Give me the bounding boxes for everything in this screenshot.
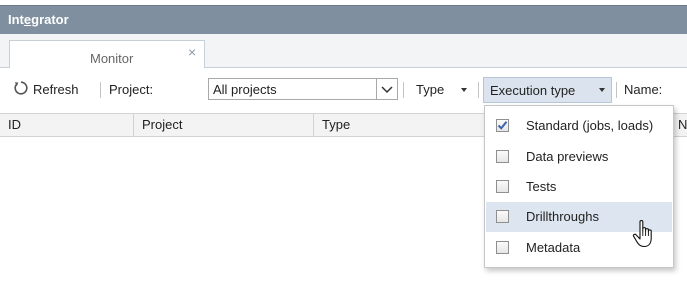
app-title-part: Int <box>8 12 24 27</box>
checkbox-standard[interactable] <box>496 119 509 132</box>
menu-item-label: Drillthroughs <box>526 209 599 224</box>
menu-item-standard[interactable]: Standard (jobs, loads) <box>486 111 672 141</box>
column-divider[interactable] <box>313 114 314 136</box>
column-header-project[interactable]: Project <box>142 117 182 132</box>
menu-item-label: Standard (jobs, loads) <box>526 118 654 133</box>
close-icon[interactable]: × <box>188 44 196 60</box>
refresh-button[interactable]: Refresh <box>33 82 79 97</box>
title-bar: Integrator <box>0 5 687 34</box>
toolbar-divider <box>478 82 479 98</box>
toolbar: Refresh Project: All projects Type Execu… <box>0 77 687 103</box>
checkbox-drillthroughs[interactable] <box>496 210 509 223</box>
tab-monitor[interactable]: Monitor × <box>9 40 205 68</box>
project-select[interactable]: All projects <box>208 78 398 100</box>
column-divider[interactable] <box>133 114 134 136</box>
toolbar-divider <box>403 82 404 98</box>
chevron-down-icon <box>381 86 393 94</box>
checkbox-tests[interactable] <box>496 180 509 193</box>
tab-label: Monitor <box>90 51 134 66</box>
tab-strip: Monitor × <box>0 34 687 68</box>
toolbar-divider <box>100 82 101 98</box>
name-filter-label: Name: <box>624 82 663 97</box>
execution-type-button[interactable]: Execution type <box>483 77 612 103</box>
menu-item-data-previews[interactable]: Data previews <box>486 142 672 172</box>
menu-item-tests[interactable]: Tests <box>486 172 672 202</box>
column-header-type[interactable]: Type <box>322 117 350 132</box>
refresh-icon[interactable] <box>13 80 29 96</box>
checkbox-metadata[interactable] <box>496 241 509 254</box>
project-select-value: All projects <box>213 82 277 97</box>
column-header-clipped: N <box>678 117 687 132</box>
type-filter-button[interactable]: Type <box>407 77 477 103</box>
integrator-window: Integrator Monitor × Refresh Project: Al… <box>0 0 687 290</box>
app-title: Integrator <box>8 12 69 27</box>
checkbox-data-previews[interactable] <box>496 150 509 163</box>
hand-pointer-cursor-icon <box>632 220 652 248</box>
menu-item-label: Metadata <box>526 240 581 255</box>
toolbar-divider <box>616 82 617 98</box>
dropdown-caret-icon <box>461 88 467 92</box>
project-label: Project: <box>109 82 154 97</box>
app-title-part: grator <box>31 12 69 27</box>
menu-item-label: Data previews <box>526 149 609 164</box>
column-header-id[interactable]: ID <box>8 117 21 132</box>
type-filter-label: Type <box>416 82 445 97</box>
dropdown-caret-icon <box>599 88 605 92</box>
project-select-toggle[interactable] <box>376 79 397 99</box>
checkmark-icon <box>497 121 508 130</box>
menu-item-label: Tests <box>526 179 557 194</box>
execution-type-label: Execution type <box>490 83 576 98</box>
